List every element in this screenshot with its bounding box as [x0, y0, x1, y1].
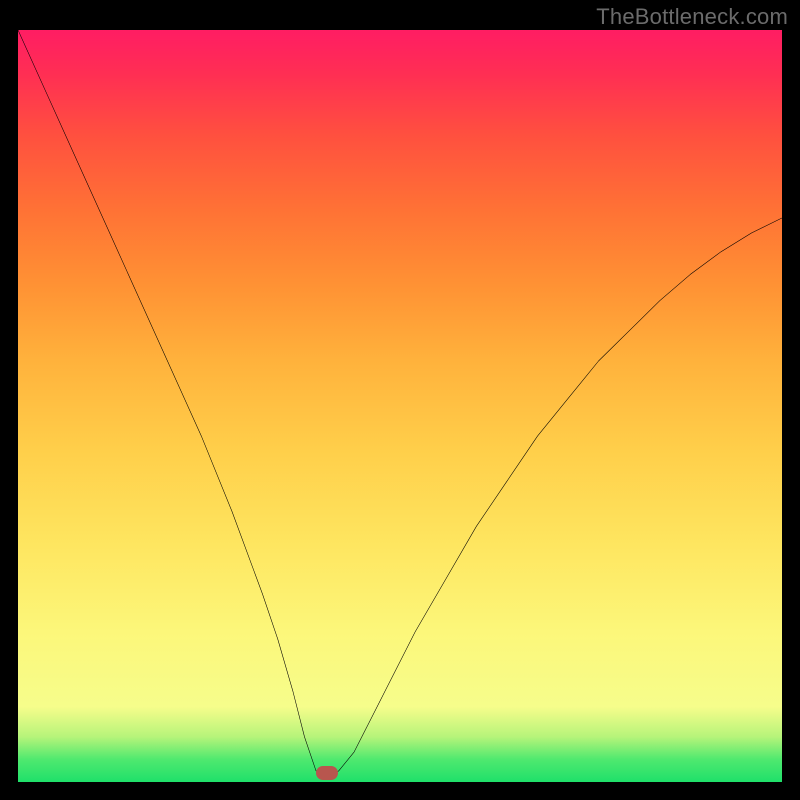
plot-area	[18, 30, 782, 782]
curve-layer	[18, 30, 782, 782]
chart-frame: TheBottleneck.com	[0, 0, 800, 800]
watermark-label: TheBottleneck.com	[596, 4, 788, 30]
bottleneck-marker	[316, 766, 338, 780]
bottleneck-curve	[18, 30, 782, 776]
